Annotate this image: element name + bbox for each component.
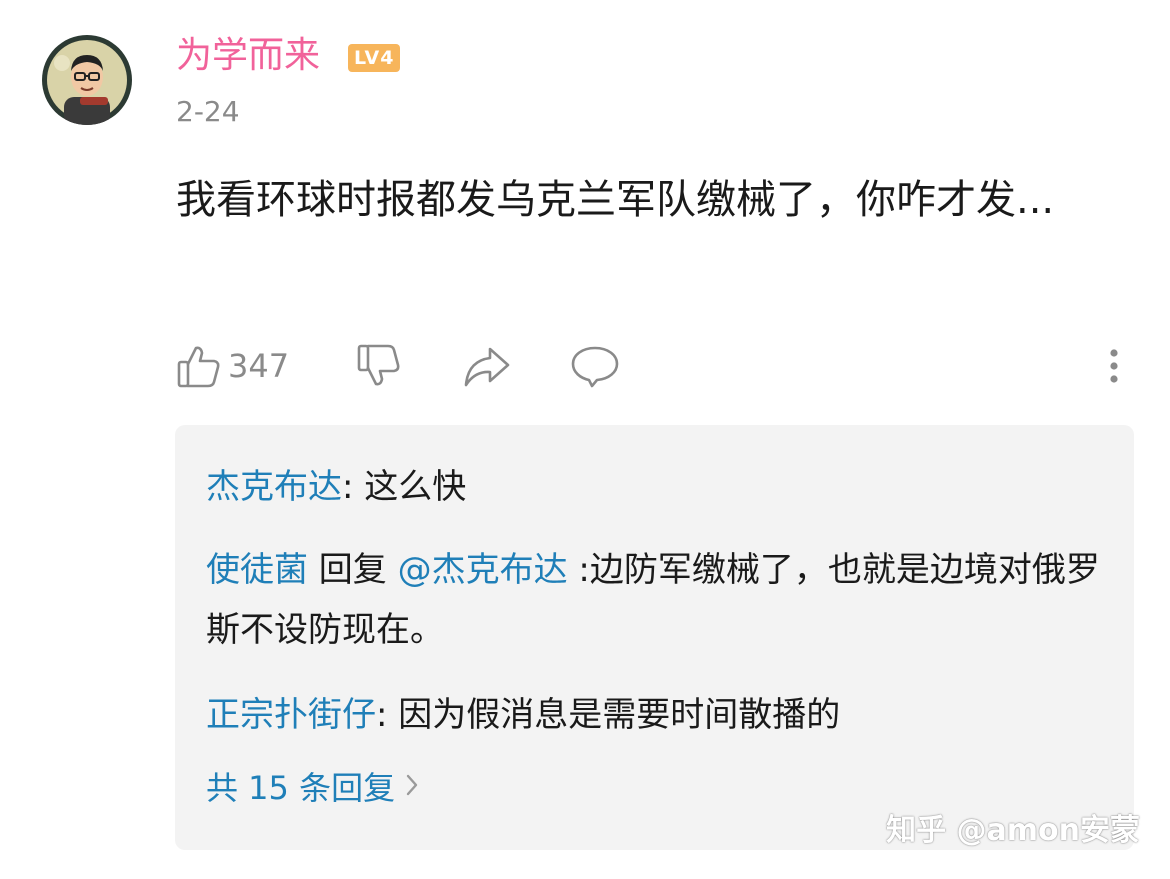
more-vertical-icon [1102,343,1126,389]
reply-item[interactable]: 正宗扑街仔: 因为假消息是需要时间散播的 [206,685,1106,745]
reply-author[interactable]: 使徒菌 [206,550,308,590]
share-button[interactable] [463,338,511,394]
replies-box: 杰克布达: 这么快 使徒菌 回复 @杰克布达 :边防军缴械了，也就是边境对俄罗斯… [175,425,1134,850]
username[interactable]: 为学而来 [176,34,320,78]
reply-text: 这么快 [364,467,467,507]
more-options-button[interactable] [1102,338,1126,394]
reply-author[interactable]: 正宗扑街仔 [206,695,376,735]
watermark: 知乎 @amon安蒙 [886,813,1140,848]
reply-item[interactable]: 使徒菌 回复 @杰克布达 :边防军缴械了，也就是边境对俄罗斯不设防现在。 [206,540,1106,660]
avatar[interactable] [42,35,132,125]
share-icon [463,343,511,389]
like-button[interactable]: 347 [176,338,289,394]
reply-author[interactable]: 杰克布达 [206,467,342,507]
comment-bubble-icon [570,343,620,389]
comment-text: 我看环球时报都发乌克兰军队缴械了，你咋才发... [176,177,1055,223]
reply-separator: : [376,695,399,735]
level-badge: LV4 [348,44,401,72]
avatar-image [42,35,132,125]
dislike-button[interactable] [356,338,402,394]
reply-text: 因为假消息是需要时间散播的 [398,695,841,735]
reply-button[interactable] [570,338,620,394]
comment-date: 2-24 [176,95,240,128]
reply-mention[interactable]: @杰克布达 [398,550,568,590]
thumbs-up-icon [176,343,222,389]
thumbs-down-icon [356,343,402,389]
chevron-right-icon [405,763,419,813]
more-replies-link[interactable]: 共 15 条回复 [206,763,419,813]
like-count: 347 [228,347,290,385]
reply-separator: : [342,467,365,507]
more-replies-label: 共 15 条回复 [206,769,396,807]
reply-item[interactable]: 杰克布达: 这么快 [206,457,1106,517]
reply-word: 回复 [308,550,398,590]
action-bar: 347 [176,338,1126,394]
